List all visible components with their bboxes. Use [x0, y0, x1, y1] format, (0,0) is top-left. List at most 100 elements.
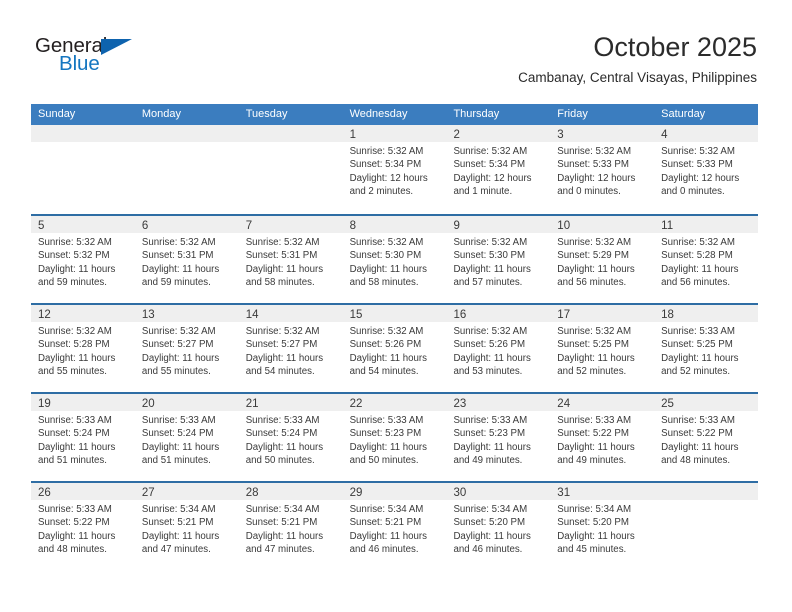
sunrise-text: Sunrise: 5:33 AM: [661, 415, 735, 426]
calendar-day-cell[interactable]: 19 Sunrise: 5:33 AM Sunset: 5:24 PM Dayligh…: [31, 394, 135, 481]
calendar-day-cell[interactable]: 10 Sunrise: 5:32 AM Sunset: 5:29 PM Dayligh…: [550, 216, 655, 303]
sunset-text: Sunset: 5:23 PM: [349, 428, 422, 440]
day-details: Sunrise: 5:32 AM Sunset: 5:30 PM Daylight:…: [343, 233, 447, 290]
day-number: 16: [453, 309, 467, 321]
weekday-header-wednesday: Wednesday: [349, 108, 408, 120]
day-number-strip: [238, 125, 343, 142]
day-number-strip: 31: [550, 483, 655, 500]
sunset-text: Sunset: 5:24 PM: [141, 428, 214, 440]
calendar-day-cell[interactable]: 20 Sunrise: 5:33 AM Sunset: 5:24 PM Dayligh…: [134, 394, 239, 481]
sunset-text: Sunset: 5:22 PM: [661, 428, 733, 440]
calendar-day-cell[interactable]: 27 Sunrise: 5:34 AM Sunset: 5:21 PM Dayligh…: [134, 483, 239, 570]
weekday-header-thursday: Thursday: [453, 108, 500, 120]
calendar-day-cell[interactable]: 3 Sunrise: 5:32 AM Sunset: 5:33 PM Daylight…: [550, 125, 655, 214]
calendar-day-cell[interactable]: 23 Sunrise: 5:33 AM Sunset: 5:23 PM Dayligh…: [446, 394, 551, 481]
sunset-text: Sunset: 5:34 PM: [453, 159, 526, 171]
sunset-text: Sunset: 5:26 PM: [453, 339, 526, 351]
day-number: 2: [453, 129, 460, 141]
sunset-text: Sunset: 5:26 PM: [349, 339, 422, 351]
calendar-day-cell[interactable]: 24 Sunrise: 5:33 AM Sunset: 5:22 PM Dayligh…: [550, 394, 655, 481]
daylight-text: Daylight: 11 hours and 57 minutes.: [453, 263, 531, 289]
general-blue-logo[interactable]: General Blue: [35, 35, 150, 80]
sunset-text: Sunset: 5:27 PM: [245, 339, 318, 351]
sunrise-text: Sunrise: 5:32 AM: [141, 326, 216, 337]
day-number: 4: [661, 129, 668, 141]
daylight-text: Daylight: 11 hours and 49 minutes.: [557, 441, 635, 467]
sunrise-text: Sunrise: 5:33 AM: [661, 326, 735, 337]
day-details: Sunrise: 5:33 AM Sunset: 5:22 PM Daylight:…: [654, 411, 758, 468]
day-number-strip: 5: [31, 216, 135, 233]
calendar-day-cell[interactable]: 22 Sunrise: 5:33 AM Sunset: 5:23 PM Dayligh…: [342, 394, 447, 481]
day-details: Sunrise: 5:34 AM Sunset: 5:21 PM Daylight:…: [343, 500, 447, 557]
calendar-day-cell[interactable]: 16 Sunrise: 5:32 AM Sunset: 5:26 PM Dayligh…: [446, 305, 551, 392]
calendar-day-cell[interactable]: 12 Sunrise: 5:32 AM Sunset: 5:28 PM Dayligh…: [31, 305, 135, 392]
calendar-day-cell[interactable]: 30 Sunrise: 5:34 AM Sunset: 5:20 PM Dayligh…: [446, 483, 551, 570]
calendar-day-cell[interactable]: 7 Sunrise: 5:32 AM Sunset: 5:31 PM Daylight…: [238, 216, 343, 303]
calendar-day-cell[interactable]: 8 Sunrise: 5:32 AM Sunset: 5:30 PM Daylight…: [342, 216, 447, 303]
calendar-weeks: 1 Sunrise: 5:32 AM Sunset: 5:34 PM Daylight…: [31, 125, 759, 570]
day-details: Sunrise: 5:32 AM Sunset: 5:26 PM Daylight:…: [343, 322, 447, 379]
daylight-text: Daylight: 11 hours and 55 minutes.: [38, 352, 116, 378]
day-number-strip: 20: [134, 394, 239, 411]
day-number-strip: 25: [654, 394, 759, 411]
day-number-strip: 17: [550, 305, 655, 322]
day-number-strip: 3: [550, 125, 655, 142]
calendar-day-cell[interactable]: 18 Sunrise: 5:33 AM Sunset: 5:25 PM Dayligh…: [654, 305, 759, 392]
day-details: Sunrise: 5:32 AM Sunset: 5:25 PM Daylight:…: [550, 322, 654, 379]
calendar-day-cell[interactable]: 21 Sunrise: 5:33 AM Sunset: 5:24 PM Dayligh…: [238, 394, 343, 481]
sunrise-text: Sunrise: 5:32 AM: [38, 326, 112, 337]
calendar-grid: Sunday Monday Tuesday Wednesday Thursday…: [31, 104, 759, 570]
sunset-text: Sunset: 5:33 PM: [557, 159, 629, 171]
calendar-day-cell[interactable]: 25 Sunrise: 5:33 AM Sunset: 5:22 PM Dayligh…: [654, 394, 759, 481]
page-title: October 2025: [593, 32, 757, 62]
day-number: 6: [141, 220, 149, 232]
weekday-header-tuesday: Tuesday: [245, 108, 288, 120]
calendar-day-cell[interactable]: 14 Sunrise: 5:32 AM Sunset: 5:27 PM Dayligh…: [238, 305, 343, 392]
day-number: 18: [661, 309, 674, 321]
day-number: 10: [557, 220, 571, 232]
calendar-day-cell[interactable]: 6 Sunrise: 5:32 AM Sunset: 5:31 PM Daylight…: [134, 216, 239, 303]
daylight-text: Daylight: 11 hours and 54 minutes.: [349, 352, 427, 378]
calendar-day-cell[interactable]: 29 Sunrise: 5:34 AM Sunset: 5:21 PM Dayligh…: [342, 483, 447, 570]
sunset-text: Sunset: 5:30 PM: [453, 250, 526, 262]
day-details: Sunrise: 5:33 AM Sunset: 5:22 PM Daylight:…: [31, 500, 135, 557]
sunset-text: Sunset: 5:25 PM: [661, 339, 733, 351]
day-number-strip: 23: [446, 394, 551, 411]
sunrise-text: Sunrise: 5:32 AM: [661, 237, 735, 248]
calendar-day-cell[interactable]: 1 Sunrise: 5:32 AM Sunset: 5:34 PM Daylight…: [342, 125, 447, 214]
calendar-day-cell[interactable]: 31 Sunrise: 5:34 AM Sunset: 5:20 PM Dayligh…: [550, 483, 655, 570]
day-details: Sunrise: 5:32 AM Sunset: 5:30 PM Daylight:…: [446, 233, 550, 290]
day-number: 1: [349, 129, 356, 141]
daylight-text: Daylight: 11 hours and 48 minutes.: [38, 530, 116, 556]
day-number: 24: [557, 398, 571, 410]
calendar-day-cell[interactable]: 13 Sunrise: 5:32 AM Sunset: 5:27 PM Dayligh…: [134, 305, 239, 392]
calendar-day-cell[interactable]: 5 Sunrise: 5:32 AM Sunset: 5:32 PM Daylight…: [31, 216, 135, 303]
calendar-day-cell[interactable]: 4 Sunrise: 5:32 AM Sunset: 5:33 PM Daylight…: [654, 125, 759, 214]
calendar-week-row: 12 Sunrise: 5:32 AM Sunset: 5:28 PM Dayligh…: [31, 303, 759, 392]
calendar-page: General Blue October 2025 Cambanay, Cent…: [0, 0, 792, 612]
daylight-text: Daylight: 11 hours and 55 minutes.: [141, 352, 220, 378]
day-number-strip: 1: [342, 125, 447, 142]
daylight-text: Daylight: 11 hours and 52 minutes.: [661, 352, 739, 378]
day-number: 17: [557, 309, 571, 321]
day-number: 7: [245, 220, 253, 232]
day-details: Sunrise: 5:34 AM Sunset: 5:20 PM Daylight:…: [550, 500, 654, 557]
daylight-text: Daylight: 12 hours and 0 minutes.: [661, 172, 740, 198]
calendar-day-cell[interactable]: 9 Sunrise: 5:32 AM Sunset: 5:30 PM Daylight…: [446, 216, 551, 303]
calendar-day-cell[interactable]: 15 Sunrise: 5:32 AM Sunset: 5:26 PM Dayligh…: [342, 305, 447, 392]
calendar-day-cell[interactable]: 17 Sunrise: 5:32 AM Sunset: 5:25 PM Dayligh…: [550, 305, 655, 392]
day-number: 5: [38, 220, 45, 232]
day-details: Sunrise: 5:33 AM Sunset: 5:24 PM Daylight:…: [31, 411, 135, 468]
day-number-strip: 9: [446, 216, 551, 233]
sunrise-text: Sunrise: 5:32 AM: [38, 237, 112, 248]
calendar-day-cell[interactable]: 11 Sunrise: 5:32 AM Sunset: 5:28 PM Dayligh…: [654, 216, 759, 303]
sunrise-text: Sunrise: 5:34 AM: [349, 504, 424, 515]
daylight-text: Daylight: 12 hours and 2 minutes.: [349, 172, 428, 198]
calendar-day-cell[interactable]: 26 Sunrise: 5:33 AM Sunset: 5:22 PM Dayligh…: [31, 483, 135, 570]
day-number: 11: [661, 220, 674, 232]
sunset-text: Sunset: 5:31 PM: [141, 250, 214, 262]
calendar-day-cell[interactable]: 28 Sunrise: 5:34 AM Sunset: 5:21 PM Dayligh…: [238, 483, 343, 570]
calendar-day-cell[interactable]: 2 Sunrise: 5:32 AM Sunset: 5:34 PM Daylight…: [446, 125, 551, 214]
sunrise-text: Sunrise: 5:32 AM: [453, 326, 528, 337]
sunset-text: Sunset: 5:24 PM: [245, 428, 318, 440]
